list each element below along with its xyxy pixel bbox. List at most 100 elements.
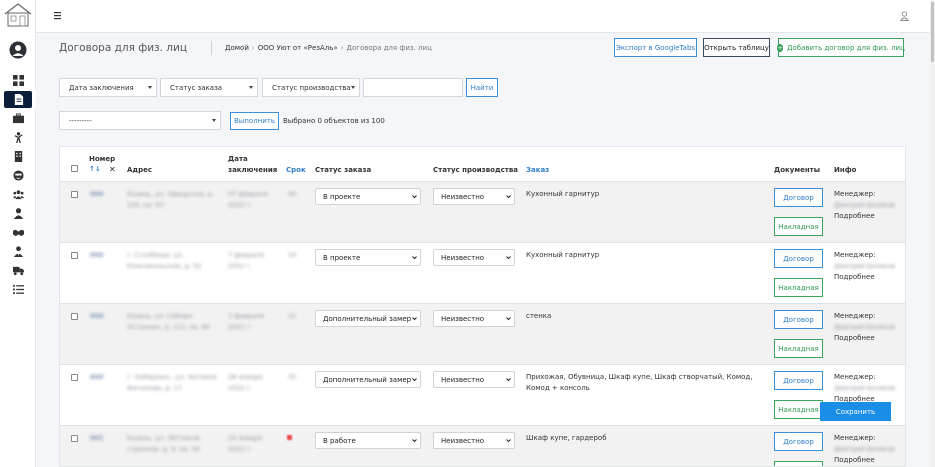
production-status-select[interactable]: Неизвестно xyxy=(433,371,515,388)
user-tie-icon xyxy=(13,246,23,257)
scrollbar-thumb[interactable] xyxy=(931,2,934,62)
worker-icon xyxy=(14,132,23,143)
sidebar-item-users[interactable] xyxy=(0,204,36,223)
production-status-select[interactable]: Неизвестно xyxy=(433,188,515,205)
address-line2: Останкин, д. 111, кв. 96 xyxy=(127,323,210,331)
address-line1: Казань, ул. Собора xyxy=(127,312,192,320)
row-checkbox[interactable] xyxy=(71,252,78,259)
production-status-value: Неизвестно xyxy=(441,192,485,201)
sidebar-item-orders[interactable] xyxy=(0,109,36,128)
find-button[interactable]: Найти xyxy=(466,78,498,97)
col-date-line1[interactable]: Дата xyxy=(228,154,248,165)
contract-number-link[interactable]: 000 xyxy=(90,372,104,383)
date-line1: 7 февраля xyxy=(228,251,264,259)
col-address[interactable]: Адрес xyxy=(127,165,152,176)
building-icon xyxy=(14,151,22,162)
date-line2: 2022 г. xyxy=(228,384,253,392)
page-scrollbar[interactable] xyxy=(930,0,935,467)
sidebar-item-partners[interactable] xyxy=(0,223,36,242)
invoice-document-button[interactable]: Накладная xyxy=(774,400,823,419)
sidebar-item-delivery[interactable] xyxy=(0,261,36,280)
order-description: Шкаф купе, гардероб xyxy=(526,434,607,442)
sidebar-item-managers[interactable] xyxy=(0,242,36,261)
chevron-down-icon xyxy=(412,256,417,260)
invoice-document-button[interactable]: Накладная xyxy=(774,461,823,466)
breadcrumb-home[interactable]: Домой xyxy=(225,44,249,52)
contract-number-link[interactable]: 000 xyxy=(90,311,104,322)
chevron-down-icon xyxy=(412,317,417,321)
contract-document-button[interactable]: Договор xyxy=(774,371,823,390)
contract-number-link[interactable]: 000 xyxy=(90,250,104,261)
col-date-line2[interactable]: заключения xyxy=(228,165,277,176)
date-line1: 3 февраля xyxy=(228,312,264,320)
order-status-value: В работе xyxy=(323,436,356,445)
date-filter-select[interactable]: Дата заключения xyxy=(59,78,157,97)
invoice-document-button[interactable]: Накладная xyxy=(774,339,823,358)
sidebar-item-contracts[interactable] xyxy=(0,90,36,109)
breadcrumb-company[interactable]: ООО Уют от «РезАль» xyxy=(258,44,338,52)
table-row: 000 Казань, ул. Собора Останкин, д. 111, к… xyxy=(60,304,905,365)
more-link[interactable]: Подробнее xyxy=(834,272,875,283)
sidebar-item-buildings[interactable] xyxy=(0,147,36,166)
contract-number-link[interactable]: 000 xyxy=(90,189,104,200)
order-status-select[interactable]: В проекте xyxy=(315,188,421,205)
order-status-select[interactable]: Дополнительный замер xyxy=(315,371,421,388)
sidebar-item-lists[interactable] xyxy=(0,280,36,299)
col-term[interactable]: Срок xyxy=(286,165,306,176)
address-line2: Фатыхова, д. 17 xyxy=(127,384,183,392)
row-checkbox[interactable] xyxy=(71,435,78,442)
menu-icon[interactable] xyxy=(54,11,64,20)
more-link[interactable]: Подробнее xyxy=(834,211,875,222)
sort-icon[interactable]: ↑↓ xyxy=(89,164,101,175)
contract-number-link[interactable]: 001 xyxy=(90,433,104,444)
sidebar-item-dashboard[interactable] xyxy=(0,71,36,90)
search-input[interactable] xyxy=(363,78,463,97)
execute-button[interactable]: Выполнить xyxy=(230,112,279,130)
save-button[interactable]: Сохранить xyxy=(820,402,891,421)
row-checkbox[interactable] xyxy=(71,313,78,320)
clear-sort-icon[interactable]: ✕ xyxy=(109,164,116,175)
select-all-checkbox[interactable] xyxy=(71,165,78,172)
production-status-select[interactable]: Неизвестно xyxy=(433,310,515,327)
caret-down-icon xyxy=(212,119,216,122)
col-order[interactable]: Заказ xyxy=(526,165,549,176)
manager-label: Менеджер: xyxy=(834,434,876,442)
order-description: Кухонный гарнитур xyxy=(526,190,600,198)
contract-document-button[interactable]: Договор xyxy=(774,249,823,268)
production-status-select[interactable]: Неизвестно xyxy=(433,432,515,449)
contract-document-button[interactable]: Договор xyxy=(774,432,823,451)
account-icon[interactable] xyxy=(900,11,909,21)
chevron-down-icon xyxy=(506,317,511,321)
house-logo-icon[interactable] xyxy=(3,2,33,28)
topbar xyxy=(36,0,935,33)
production-status-filter-select[interactable]: Статус производства xyxy=(262,78,360,97)
date-line1: 24 января xyxy=(228,434,263,442)
sidebar-item-teams[interactable] xyxy=(0,185,36,204)
row-checkbox[interactable] xyxy=(71,374,78,381)
order-status-select[interactable]: Дополнительный замер xyxy=(315,310,421,327)
contract-document-button[interactable]: Договор xyxy=(774,188,823,207)
production-status-select[interactable]: Неизвестно xyxy=(433,249,515,266)
more-link[interactable]: Подробнее xyxy=(834,455,875,466)
order-status-select[interactable]: В проекте xyxy=(315,249,421,266)
invoice-document-button[interactable]: Накладная xyxy=(774,278,823,297)
handshake-icon xyxy=(12,229,24,237)
open-table-button[interactable]: Открыть таблицу xyxy=(703,38,770,57)
truck-icon xyxy=(12,266,24,276)
term-value: 35 xyxy=(288,373,297,381)
table-row: 000 г. Столбище, ул. Комсомольская, д. 52 7… xyxy=(60,243,905,304)
export-googletabs-button[interactable]: Экспорт в GoogleTabs xyxy=(614,38,697,57)
sidebar-item-workers[interactable] xyxy=(0,128,36,147)
row-checkbox[interactable] xyxy=(71,191,78,198)
add-contract-button[interactable]: + Добавить договор для физ. лиц xyxy=(777,38,905,57)
user-avatar-icon[interactable] xyxy=(9,41,27,59)
order-status-select[interactable]: В работе xyxy=(315,432,421,449)
contract-document-button[interactable]: Договор xyxy=(774,310,823,329)
action-select[interactable]: --------- xyxy=(59,111,221,130)
page-title: Договора для физ. лиц xyxy=(59,42,187,54)
more-link[interactable]: Подробнее xyxy=(834,333,875,344)
order-status-filter-select[interactable]: Статус заказа xyxy=(160,78,258,97)
sidebar-item-clients[interactable] xyxy=(0,166,36,185)
invoice-document-button[interactable]: Накладная xyxy=(774,217,823,236)
dashboard-icon xyxy=(12,75,24,86)
